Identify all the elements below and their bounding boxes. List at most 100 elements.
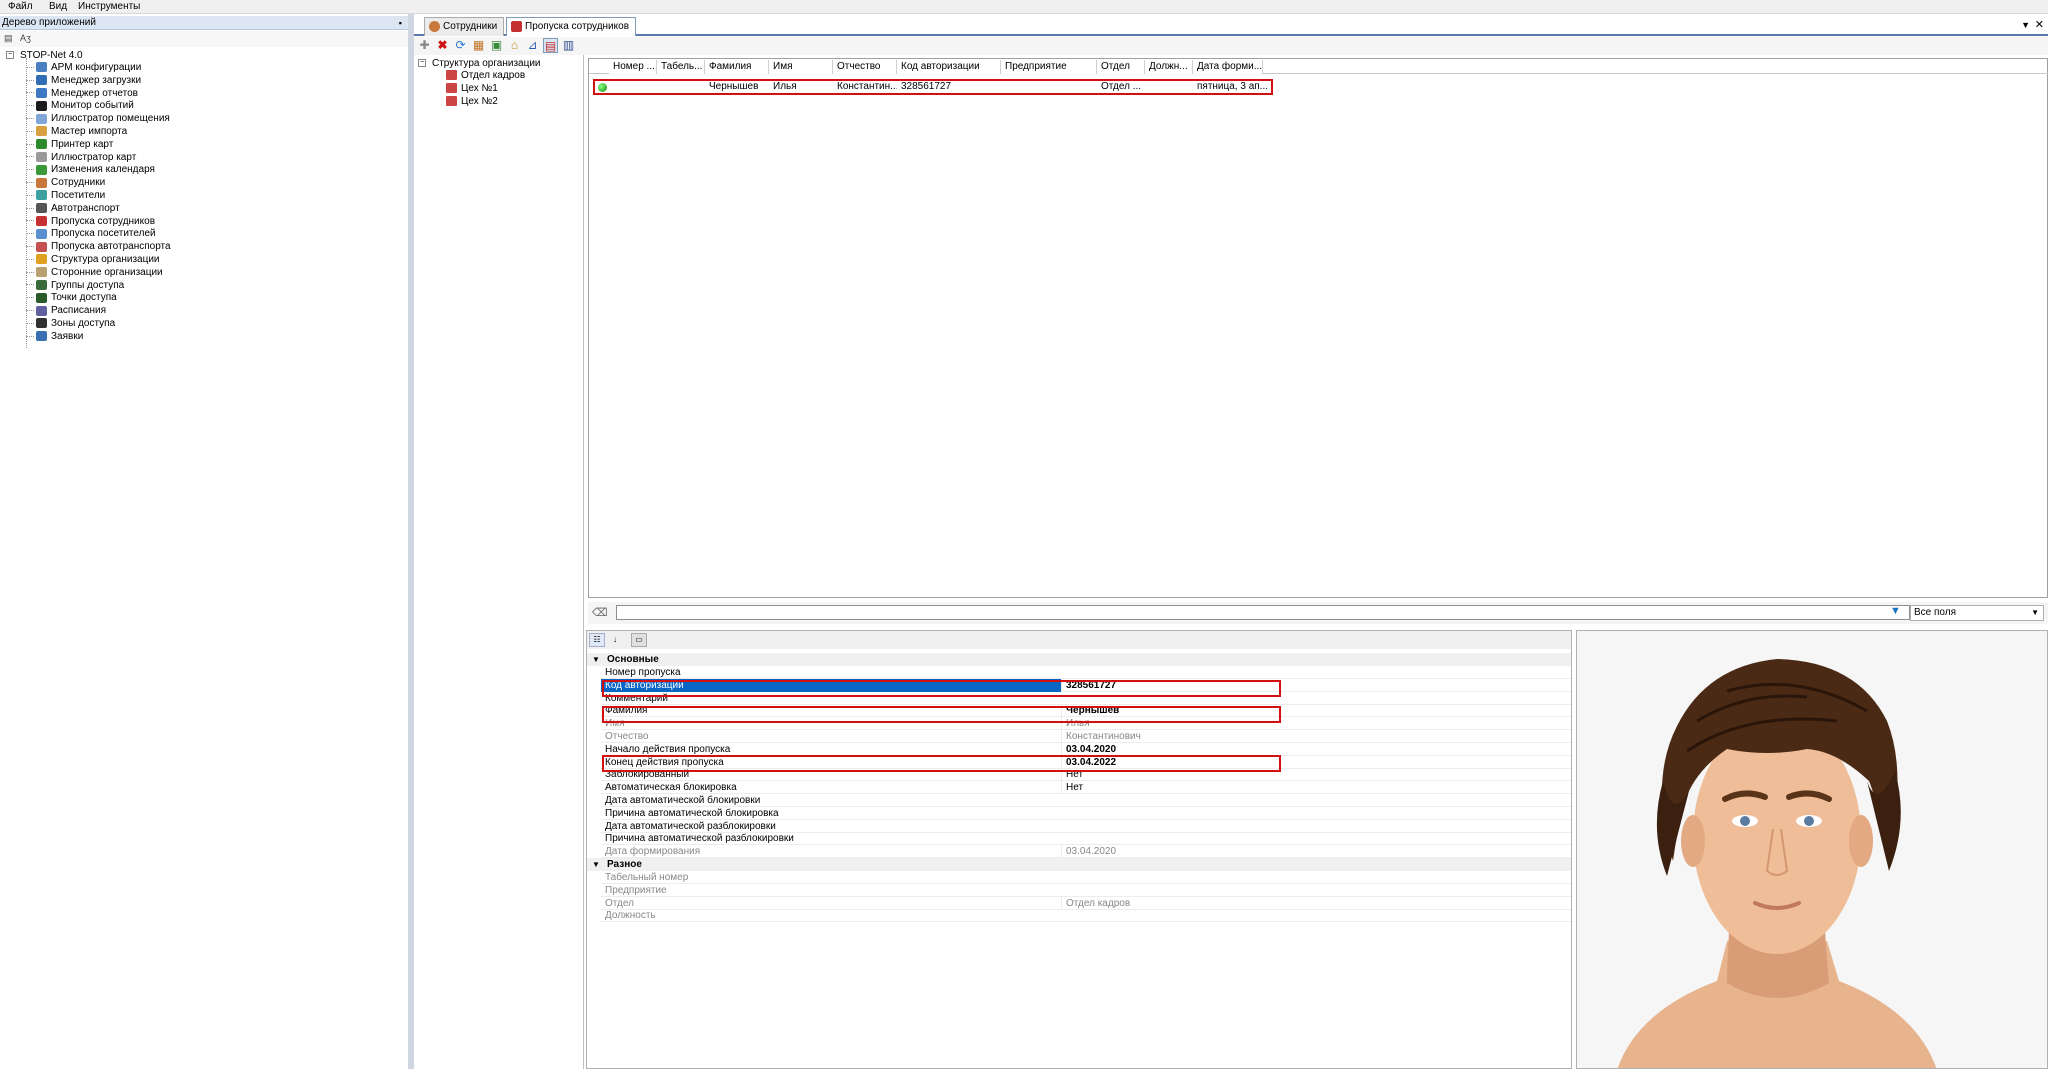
property-row[interactable]: Причина автоматической блокировка — [601, 807, 1571, 820]
column-header[interactable]: Отчество — [833, 60, 897, 74]
menu-view[interactable]: Вид — [49, 1, 67, 12]
column-header[interactable]: Дата форми... — [1193, 60, 1263, 74]
property-row[interactable]: Причина автоматической разблокировки — [601, 832, 1571, 846]
collapse-icon[interactable]: − — [418, 59, 426, 68]
chevron-down-icon[interactable]: ▼ — [592, 858, 600, 871]
tree-item[interactable]: Точки доступа — [26, 292, 117, 304]
property-value[interactable]: 03.04.2020 — [1061, 742, 1571, 756]
tree-item[interactable]: Пропуска автотранспорта — [26, 241, 171, 253]
tab-employee-passes[interactable]: Пропуска сотрудников — [506, 17, 637, 36]
chevron-down-icon[interactable]: ▼ — [592, 653, 600, 666]
menu-file[interactable]: Файл — [8, 1, 33, 12]
property-row[interactable]: Предприятие — [601, 884, 1571, 897]
property-row[interactable]: Номер пропуска — [601, 666, 1571, 679]
property-value[interactable]: Нет — [1061, 781, 1571, 795]
column-header[interactable]: Табель... — [657, 60, 705, 74]
property-row[interactable]: Дата автоматической разблокировки — [601, 820, 1571, 833]
menu-tools[interactable]: Инструменты — [78, 1, 140, 12]
refresh-icon[interactable]: ⟳ — [453, 38, 468, 53]
property-row[interactable]: Автоматическая блокировка Нет — [601, 781, 1571, 795]
categorized-icon[interactable]: ☷ — [589, 633, 605, 647]
filter-icon[interactable]: ▼ — [1890, 605, 1901, 617]
tree-item[interactable]: Группы доступа — [26, 280, 124, 292]
tree-item[interactable]: АРМ конфигурации — [26, 62, 141, 74]
column-header[interactable]: Номер ... — [609, 60, 657, 74]
tree-item[interactable]: Менеджер загрузки — [26, 75, 141, 87]
table-icon[interactable]: ▦ — [471, 38, 486, 53]
tree-item[interactable]: Автотранспорт — [26, 203, 120, 215]
org-item-shop-2[interactable]: Цех №2 — [442, 96, 498, 108]
column-header[interactable]: Должн... — [1145, 60, 1193, 74]
property-value[interactable]: Чернышев — [1061, 704, 1571, 718]
org-tree-root[interactable]: − Структура организации — [418, 58, 541, 70]
property-row[interactable]: Начало действия пропуска 03.04.2020 — [601, 742, 1571, 756]
tree-item[interactable]: Менеджер отчетов — [26, 88, 138, 100]
sort-icon[interactable]: ▤ — [4, 33, 13, 44]
tab-employees[interactable]: Сотрудники — [424, 17, 505, 36]
filter-field-select[interactable]: Все поля ▼ — [1910, 605, 2044, 621]
delete-icon[interactable]: ✖ — [435, 38, 450, 53]
card-view-icon[interactable]: ▥ — [561, 38, 576, 53]
property-row[interactable]: Дата автоматической блокировки — [601, 794, 1571, 807]
property-row[interactable]: Табельный номер — [601, 871, 1571, 884]
column-header[interactable]: Код авторизации — [897, 60, 1001, 74]
alphabetical-icon[interactable]: ↓ — [607, 633, 623, 647]
column-header[interactable]: Отдел — [1097, 60, 1145, 74]
column-header[interactable]: Предприятие — [1001, 60, 1097, 74]
pin-icon[interactable]: ▪ — [399, 16, 402, 30]
property-value[interactable]: Нет — [1061, 768, 1571, 782]
tree-item[interactable]: Пропуска сотрудников — [26, 216, 155, 228]
category-misc[interactable]: ▼ Разное — [587, 858, 1571, 871]
org-item-shop-1[interactable]: Цех №1 — [442, 83, 498, 95]
property-value[interactable]: Отдел кадров — [1061, 896, 1571, 910]
property-value[interactable]: Илья — [1061, 717, 1571, 731]
tree-item[interactable]: Иллюстратор помещения — [26, 113, 170, 125]
export-icon[interactable]: ▣ — [489, 38, 504, 53]
property-row[interactable]: Комментарий — [601, 692, 1571, 705]
clear-filter-icon[interactable]: ⌫ — [592, 606, 608, 619]
tree-item[interactable]: Сторонние организации — [26, 267, 163, 279]
property-value[interactable]: Константинович — [1061, 730, 1571, 743]
property-row[interactable]: Отчество Константинович — [601, 730, 1571, 743]
tree-item[interactable]: Иллюстратор карт — [26, 152, 136, 164]
tab-list-dropdown-icon[interactable]: ▼ — [2021, 20, 2030, 30]
tree-item[interactable]: Мастер импорта — [26, 126, 127, 138]
org-item-hr[interactable]: Отдел кадров — [442, 70, 525, 82]
property-row[interactable]: Конец действия пропуска 03.04.2022 — [601, 755, 1571, 769]
category-main[interactable]: ▼ Основные — [587, 653, 1571, 666]
filter-input[interactable] — [616, 605, 1910, 620]
column-header[interactable]: Фамилия — [705, 60, 769, 74]
property-row[interactable]: Фамилия Чернышев — [601, 704, 1571, 718]
collapse-icon[interactable]: − — [6, 51, 14, 60]
alpha-sort-button[interactable]: Aʒ — [20, 33, 31, 43]
tree-item[interactable]: Структура организации — [26, 254, 160, 266]
tree-item[interactable]: Расписания — [26, 305, 106, 317]
tree-item[interactable]: Монитор событий — [26, 100, 134, 112]
tree-item[interactable]: Сотрудники — [26, 177, 105, 189]
property-row[interactable]: Дата формирования 03.04.2020 — [601, 845, 1571, 859]
add-icon[interactable]: ✚ — [417, 38, 432, 53]
property-row[interactable]: Должность — [601, 909, 1571, 923]
tree-item[interactable]: Зоны доступа — [26, 318, 115, 330]
tree-item[interactable]: Посетители — [26, 190, 105, 202]
table-row[interactable]: Чернышев Илья Константин... 328561727 От… — [593, 79, 1273, 95]
property-pages-icon[interactable]: ▭ — [631, 633, 647, 647]
tree-item[interactable]: Заявки — [26, 331, 83, 343]
column-header[interactable]: Имя — [769, 60, 833, 74]
property-row[interactable]: Заблокированный Нет — [601, 768, 1571, 782]
property-row[interactable]: Отдел Отдел кадров — [601, 896, 1571, 910]
lock-icon[interactable]: ⌂ — [507, 38, 522, 53]
property-value[interactable]: 03.04.2020 — [1061, 845, 1571, 859]
property-value[interactable]: 03.04.2022 — [1061, 755, 1571, 769]
property-row[interactable]: Код авторизации 328561727 — [601, 678, 1571, 692]
chart-icon[interactable]: ⊿ — [525, 38, 540, 53]
pass-icon[interactable]: ▤ — [543, 38, 558, 53]
tree-root[interactable]: − STOP-Net 4.0 — [6, 50, 83, 62]
close-icon[interactable]: ✕ — [2035, 18, 2044, 31]
property-value[interactable]: 328561727 — [1061, 678, 1571, 692]
property-row[interactable]: Имя Илья — [601, 717, 1571, 731]
tree-connector — [26, 182, 34, 184]
tree-item[interactable]: Изменения календаря — [26, 164, 155, 176]
tree-item[interactable]: Пропуска посетителей — [26, 228, 156, 240]
tree-item[interactable]: Принтер карт — [26, 139, 113, 151]
